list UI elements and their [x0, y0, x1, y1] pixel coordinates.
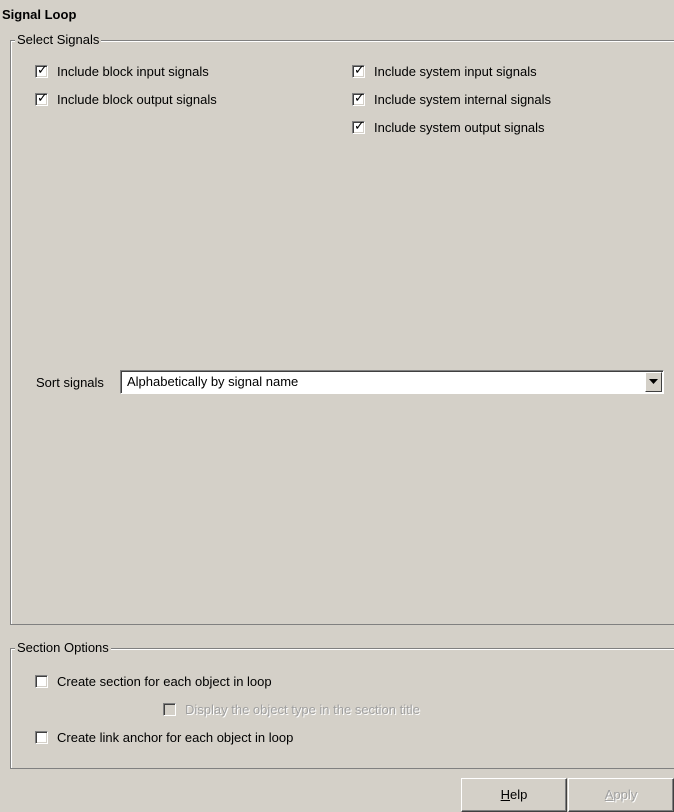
checkbox-box — [163, 703, 176, 716]
select-signals-group: Select Signals — [10, 33, 674, 625]
sort-signals-value: Alphabetically by signal name — [127, 374, 299, 389]
apply-button[interactable]: Apply — [568, 778, 674, 812]
display-object-type-checkbox: Display the object type in the section t… — [163, 702, 420, 717]
sort-signals-dropdown[interactable]: Alphabetically by signal name — [120, 370, 664, 394]
include-system-input-checkbox[interactable]: ✓ Include system input signals — [352, 63, 537, 79]
dropdown-arrow-icon — [649, 379, 658, 384]
checkbox-box[interactable] — [35, 731, 48, 744]
include-system-output-checkbox[interactable]: ✓ Include system output signals — [352, 119, 545, 135]
include-block-input-label: Include block input signals — [57, 64, 209, 79]
include-block-output-checkbox[interactable]: ✓ Include block output signals — [35, 91, 217, 107]
checkbox-box[interactable]: ✓ — [352, 119, 365, 134]
section-options-legend: Section Options — [15, 640, 111, 655]
check-mark-icon: ✓ — [354, 63, 365, 78]
checkbox-box[interactable]: ✓ — [35, 91, 48, 106]
include-system-internal-label: Include system internal signals — [374, 92, 552, 107]
display-object-type-label: Display the object type in the section t… — [185, 702, 420, 717]
check-mark-icon: ✓ — [354, 119, 365, 134]
include-system-output-label: Include system output signals — [374, 120, 545, 135]
check-mark-icon: ✓ — [37, 63, 48, 78]
checkbox-box[interactable]: ✓ — [352, 63, 365, 78]
include-system-input-label: Include system input signals — [374, 64, 537, 79]
signal-loop-panel: Signal Loop Select Signals ✓ Include blo… — [0, 0, 674, 812]
checkbox-box[interactable]: ✓ — [35, 63, 48, 78]
include-block-input-checkbox[interactable]: ✓ Include block input signals — [35, 63, 209, 79]
check-mark-icon: ✓ — [354, 91, 365, 106]
checkbox-box[interactable]: ✓ — [352, 91, 365, 106]
include-block-output-label: Include block output signals — [57, 92, 217, 107]
check-mark-icon: ✓ — [37, 91, 48, 106]
create-section-checkbox[interactable]: Create section for each object in loop — [35, 674, 272, 689]
create-link-anchor-label: Create link anchor for each object in lo… — [57, 730, 294, 745]
create-link-anchor-checkbox[interactable]: Create link anchor for each object in lo… — [35, 730, 293, 745]
select-signals-legend: Select Signals — [15, 32, 102, 47]
checkbox-box[interactable] — [35, 675, 48, 688]
help-button[interactable]: Help — [461, 778, 567, 812]
include-system-internal-checkbox[interactable]: ✓ Include system internal signals — [352, 91, 552, 107]
sort-signals-label: Sort signals — [36, 375, 104, 390]
create-section-label: Create section for each object in loop — [57, 674, 272, 689]
dropdown-button[interactable] — [645, 372, 662, 392]
panel-title: Signal Loop — [2, 7, 77, 22]
